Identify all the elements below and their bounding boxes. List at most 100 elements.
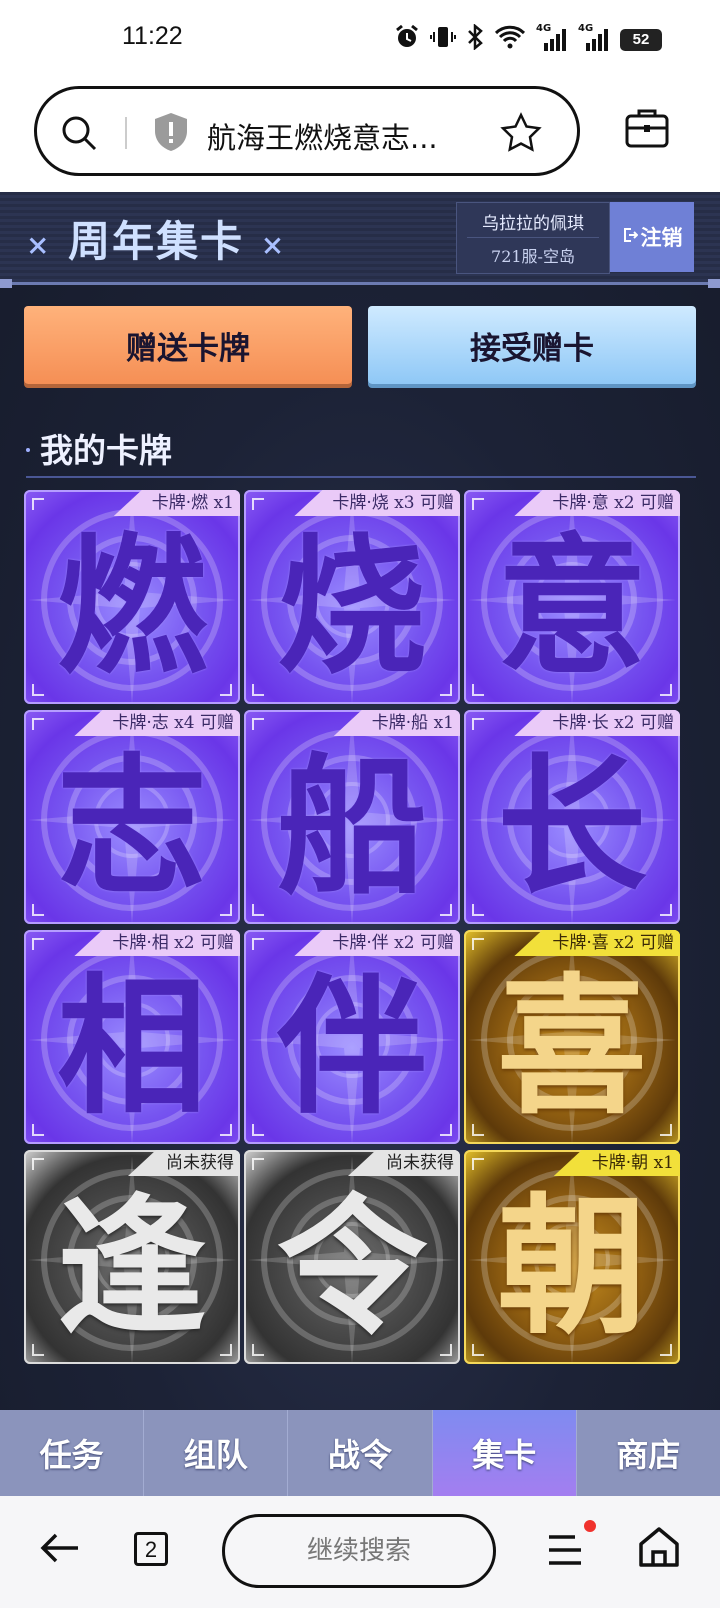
card-伴[interactable]: 伴 卡牌·伴 x2 可赠 — [244, 930, 460, 1144]
tab-集卡[interactable]: 集卡 — [432, 1410, 577, 1496]
card-character: 长 — [496, 739, 647, 915]
toolbox-icon[interactable] — [624, 106, 670, 154]
search-icon[interactable] — [59, 113, 99, 157]
corner-decor — [660, 1344, 672, 1356]
card-船[interactable]: 船卡牌·船 x1 — [244, 710, 460, 924]
corner-decor — [472, 718, 484, 730]
corner-decor — [220, 904, 232, 916]
bookmark-star-icon[interactable] — [499, 111, 543, 159]
continue-search-label: 继续搜索 — [306, 1536, 411, 1566]
card-朝[interactable]: 朝卡牌·朝 x1 — [464, 1150, 680, 1364]
status-icons: 4G 4G 52 — [394, 23, 662, 56]
section-title: 我的卡牌 — [40, 431, 172, 470]
user-info: 乌拉拉的佩琪 721服-空岛 — [456, 202, 610, 274]
bluetooth-icon — [466, 23, 484, 56]
corner-decor — [252, 1124, 264, 1136]
wifi-icon — [494, 24, 526, 56]
card-character: 喜 — [496, 959, 647, 1135]
corner-decor — [440, 684, 452, 696]
card-count-tag: 卡牌·意 x2 可赠 — [514, 490, 680, 516]
page-url-title[interactable]: 航海王燃烧意志... — [207, 115, 438, 157]
corner-decor — [472, 904, 484, 916]
alarm-icon — [394, 24, 420, 56]
corner-decor — [472, 684, 484, 696]
corner-decor — [252, 498, 264, 510]
corner-decor — [32, 1124, 44, 1136]
corner-decor — [440, 904, 452, 916]
tab-战令[interactable]: 战令 — [288, 1410, 433, 1496]
game-webview: × 周年集卡 × 乌拉拉的佩琪 721服-空岛 注销 赠送卡牌 接受赠卡 我的卡… — [0, 192, 720, 1494]
card-相[interactable]: 相 卡牌·相 x2 可赠 — [24, 930, 240, 1144]
card-character: 烧 — [276, 519, 427, 695]
corner-decor — [32, 904, 44, 916]
card-喜[interactable]: 喜 卡牌·喜 x2 可赠 — [464, 930, 680, 1144]
header-divider — [0, 279, 720, 288]
logout-label: 注销 — [640, 226, 683, 250]
receive-card-button[interactable]: 接受赠卡 — [368, 306, 696, 384]
card-count-tag: 卡牌·伴 x2 可赠 — [294, 930, 460, 956]
gift-card-button[interactable]: 赠送卡牌 — [24, 306, 352, 384]
card-character: 船 — [276, 739, 427, 915]
vibrate-icon — [430, 24, 456, 56]
card-烧[interactable]: 烧 卡牌·烧 x3 可赠 — [244, 490, 460, 704]
user-name: 乌拉拉的佩琪 — [482, 214, 584, 234]
user-server: 721服-空岛 — [491, 247, 575, 266]
card-志[interactable]: 志 卡牌·志 x4 可赠 — [24, 710, 240, 924]
card-燃[interactable]: 燃卡牌·燃 x1 — [24, 490, 240, 704]
corner-decor — [32, 938, 44, 950]
receive-card-label: 接受赠卡 — [470, 330, 594, 367]
card-长[interactable]: 长 卡牌·长 x2 可赠 — [464, 710, 680, 924]
corner-decor — [32, 684, 44, 696]
card-count-tag: 卡牌·烧 x3 可赠 — [294, 490, 460, 516]
corner-decor — [252, 1158, 264, 1170]
tab-任务[interactable]: 任务 — [0, 1410, 145, 1496]
card-令[interactable]: 令尚未获得 — [244, 1150, 460, 1364]
signal-icon: 4G — [536, 23, 568, 53]
corner-decor — [32, 498, 44, 510]
corner-decor — [252, 1344, 264, 1356]
corner-decor — [32, 1158, 44, 1170]
card-逢[interactable]: 逢尚未获得 — [24, 1150, 240, 1364]
corner-decor — [472, 1158, 484, 1170]
menu-icon[interactable] — [545, 1530, 585, 1574]
home-icon[interactable] — [636, 1524, 682, 1574]
card-character: 燃 — [56, 519, 207, 695]
user-separator — [467, 237, 599, 238]
logout-button[interactable]: 注销 — [610, 202, 694, 272]
corner-decor — [472, 1124, 484, 1136]
corner-decor — [472, 938, 484, 950]
back-arrow-icon[interactable] — [38, 1526, 82, 1574]
shield-icon[interactable] — [151, 111, 191, 157]
card-character: 意 — [496, 519, 647, 695]
tab-商店[interactable]: 商店 — [577, 1410, 720, 1496]
card-count-tag: 卡牌·相 x2 可赠 — [74, 930, 240, 956]
card-character: 令 — [276, 1179, 427, 1355]
corner-decor — [32, 1344, 44, 1356]
tab-count-button[interactable]: 2 — [134, 1532, 168, 1566]
corner-decor — [440, 1344, 452, 1356]
section-divider — [26, 476, 696, 478]
address-divider — [125, 117, 127, 149]
corner-decor — [252, 718, 264, 730]
address-bar[interactable]: 航海王燃烧意志... — [34, 86, 580, 176]
corner-decor — [472, 1344, 484, 1356]
corner-decor — [660, 684, 672, 696]
card-character: 志 — [56, 739, 207, 915]
tab-组队[interactable]: 组队 — [144, 1410, 289, 1496]
page-title-text: 周年集卡 — [68, 217, 245, 266]
status-bar: 11:22 4G 4G 52 — [0, 0, 720, 80]
card-character: 相 — [56, 959, 207, 1135]
card-count-tag: 卡牌·长 x2 可赠 — [514, 710, 680, 736]
section-dot — [26, 448, 30, 452]
card-count-tag: 卡牌·喜 x2 可赠 — [514, 930, 680, 956]
card-意[interactable]: 意 卡牌·意 x2 可赠 — [464, 490, 680, 704]
page-title: × 周年集卡 × — [26, 208, 286, 269]
corner-decor — [472, 498, 484, 510]
corner-decor — [440, 1124, 452, 1136]
corner-decor — [220, 1344, 232, 1356]
continue-search-button[interactable]: 继续搜索 — [222, 1514, 496, 1588]
notification-dot — [584, 1520, 596, 1532]
status-time: 11:22 — [122, 22, 183, 50]
corner-decor — [660, 1124, 672, 1136]
game-tab-bar: 任务 组队 战令 集卡 商店 — [0, 1410, 720, 1496]
